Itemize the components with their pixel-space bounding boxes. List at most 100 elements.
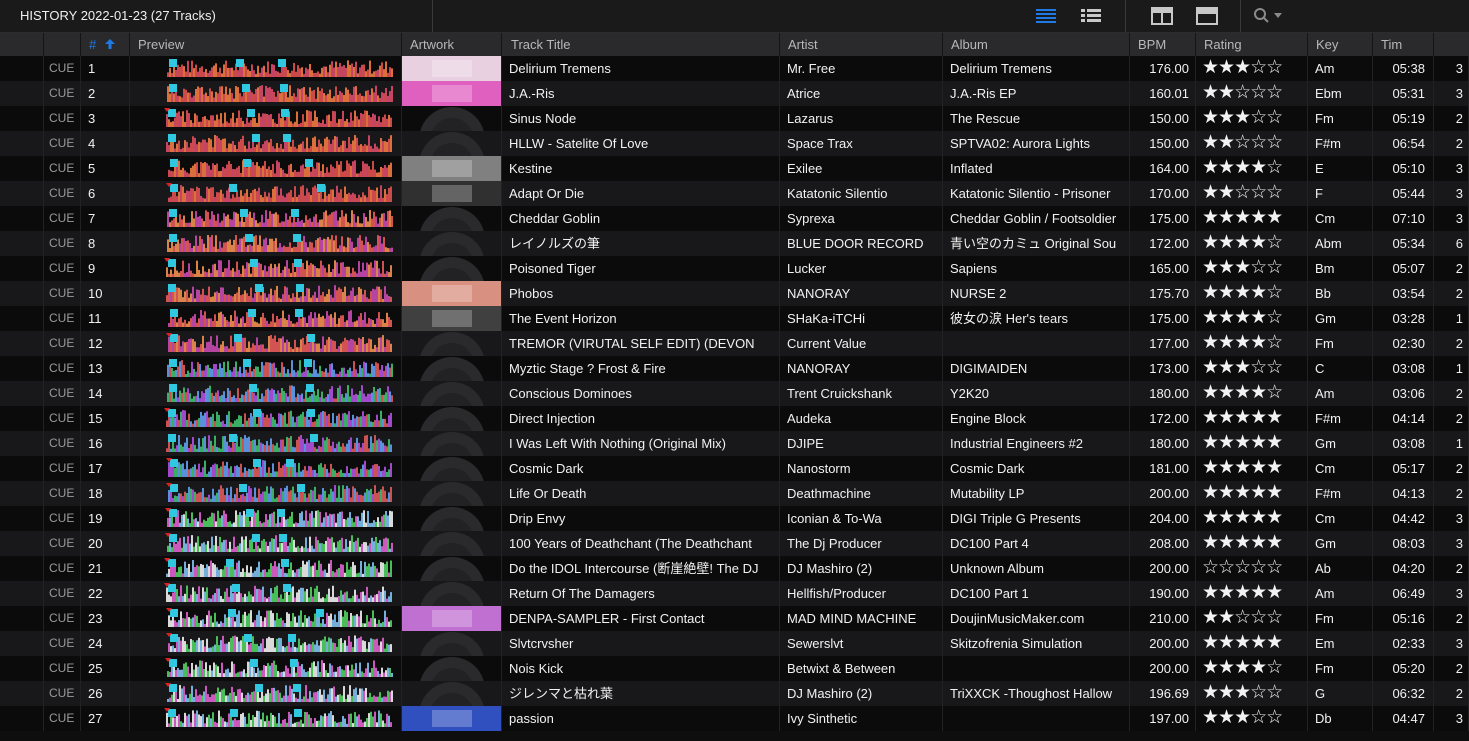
cue-button[interactable]: CUE [44,531,81,556]
row-handle[interactable] [0,431,44,456]
rating-stars[interactable]: ★★★☆☆ [1196,256,1308,281]
waveform-preview[interactable] [130,406,402,431]
rating-stars[interactable]: ★★★★☆ [1196,231,1308,256]
rating-stars[interactable]: ★★★★★ [1196,631,1308,656]
row-handle[interactable] [0,181,44,206]
waveform-preview[interactable] [130,256,402,281]
table-row[interactable]: CUE 7 Cheddar Goblin Syprexa Cheddar Goblin … [0,206,1469,231]
row-handle[interactable] [0,331,44,356]
waveform-preview[interactable] [130,381,402,406]
rating-stars[interactable]: ★★★☆☆ [1196,56,1308,81]
rating-stars[interactable]: ★★★★★ [1196,431,1308,456]
waveform-preview[interactable] [130,306,402,331]
cue-button[interactable]: CUE [44,706,81,731]
waveform-preview[interactable] [130,181,402,206]
waveform-preview[interactable] [130,656,402,681]
layout-split-icon[interactable] [1150,5,1174,27]
row-handle[interactable] [0,481,44,506]
cue-button[interactable]: CUE [44,506,81,531]
row-handle[interactable] [0,106,44,131]
header-time[interactable]: Tim [1373,33,1434,56]
header-preview[interactable]: Preview [130,33,402,56]
waveform-preview[interactable] [130,231,402,256]
waveform-preview[interactable] [130,106,402,131]
rating-stars[interactable]: ★★★★☆ [1196,656,1308,681]
table-row[interactable]: CUE 15 Direct Injection Audeka Engine Block 1… [0,406,1469,431]
rating-stars[interactable]: ★★★☆☆ [1196,106,1308,131]
rating-stars[interactable]: ★★★★★ [1196,506,1308,531]
table-row[interactable]: CUE 6 Adapt Or Die Katatonic Silentio Katato… [0,181,1469,206]
header-key[interactable]: Key [1308,33,1373,56]
waveform-preview[interactable] [130,481,402,506]
rating-stars[interactable]: ★★★★★ [1196,581,1308,606]
rating-stars[interactable]: ★★★★☆ [1196,306,1308,331]
row-handle[interactable] [0,231,44,256]
table-row[interactable]: CUE 27 passion Ivy Sinthetic 197.00 ★★★☆☆ Db 04… [0,706,1469,731]
table-row[interactable]: CUE 13 Myztic Stage ? Frost & Fire NANORAY D… [0,356,1469,381]
waveform-preview[interactable] [130,456,402,481]
row-handle[interactable] [0,381,44,406]
table-row[interactable]: CUE 9 Poisoned Tiger Lucker Sapiens 165.00 ★★★… [0,256,1469,281]
rating-stars[interactable]: ★★★★☆ [1196,281,1308,306]
cue-button[interactable]: CUE [44,131,81,156]
rating-stars[interactable]: ☆☆☆☆☆ [1196,556,1308,581]
row-handle[interactable] [0,256,44,281]
table-row[interactable]: CUE 10 Phobos NANORAY NURSE 2 175.70 ★★★★☆ Bb 03… [0,281,1469,306]
cue-button[interactable]: CUE [44,106,81,131]
cue-button[interactable]: CUE [44,281,81,306]
rating-stars[interactable]: ★★★☆☆ [1196,356,1308,381]
waveform-preview[interactable] [130,156,402,181]
row-handle[interactable] [0,56,44,81]
cue-button[interactable]: CUE [44,231,81,256]
waveform-preview[interactable] [130,431,402,456]
waveform-preview[interactable] [130,681,402,706]
row-handle[interactable] [0,356,44,381]
row-handle[interactable] [0,656,44,681]
waveform-preview[interactable] [130,631,402,656]
table-row[interactable]: CUE 19 Drip Envy Iconian & To-Wa DIGI Triple… [0,506,1469,531]
table-row[interactable]: CUE 8 レイノルズの筆 BLUE DOOR RECORD 青い空のカミュ Origi… [0,231,1469,256]
table-row[interactable]: CUE 5 Kestine Exilee Inflated 164.00 ★★★★☆ E 05:… [0,156,1469,181]
row-handle[interactable] [0,206,44,231]
rating-stars[interactable]: ★★★★☆ [1196,156,1308,181]
row-handle[interactable] [0,531,44,556]
table-row[interactable]: CUE 23 DENPA-SAMPLER - First Contact MAD MI… [0,606,1469,631]
table-row[interactable]: CUE 26 ジレンマと枯れ葉 DJ Mashiro (2) TriXXCK -Thou… [0,681,1469,706]
header-number[interactable]: # [81,33,130,56]
waveform-preview[interactable] [130,131,402,156]
rating-stars[interactable]: ★★☆☆☆ [1196,606,1308,631]
waveform-preview[interactable] [130,281,402,306]
waveform-preview[interactable] [130,356,402,381]
waveform-preview[interactable] [130,581,402,606]
table-row[interactable]: CUE 4 HLLW - Satelite Of Love Space Trax SPT… [0,131,1469,156]
header-track-title[interactable]: Track Title [502,33,780,56]
waveform-preview[interactable] [130,206,402,231]
cue-button[interactable]: CUE [44,256,81,281]
table-row[interactable]: CUE 24 Slvtcrvsher Sewerslvt Skitzofrenia Si… [0,631,1469,656]
header-count[interactable] [1434,33,1469,56]
row-handle[interactable] [0,681,44,706]
header-album[interactable]: Album [943,33,1130,56]
rating-stars[interactable]: ★★☆☆☆ [1196,81,1308,106]
cue-button[interactable]: CUE [44,331,81,356]
waveform-preview[interactable] [130,81,402,106]
cue-button[interactable]: CUE [44,206,81,231]
row-handle[interactable] [0,131,44,156]
row-handle[interactable] [0,506,44,531]
cue-button[interactable]: CUE [44,181,81,206]
search-button[interactable] [1250,6,1290,26]
rating-stars[interactable]: ★★★★★ [1196,481,1308,506]
waveform-preview[interactable] [130,331,402,356]
table-row[interactable]: CUE 21 Do the IDOL Intercourse (断崖絶壁! The … [0,556,1469,581]
list-compact-icon[interactable] [1079,5,1103,27]
row-handle[interactable] [0,81,44,106]
cue-button[interactable]: CUE [44,681,81,706]
table-row[interactable]: CUE 25 Nois Kick Betwixt & Between 200.00 ★★★… [0,656,1469,681]
cue-button[interactable]: CUE [44,156,81,181]
layout-single-icon[interactable] [1195,5,1219,27]
cue-button[interactable]: CUE [44,556,81,581]
waveform-preview[interactable] [130,706,402,731]
rating-stars[interactable]: ★★★★☆ [1196,331,1308,356]
row-handle[interactable] [0,456,44,481]
table-row[interactable]: CUE 17 Cosmic Dark Nanostorm Cosmic Dark 181.… [0,456,1469,481]
